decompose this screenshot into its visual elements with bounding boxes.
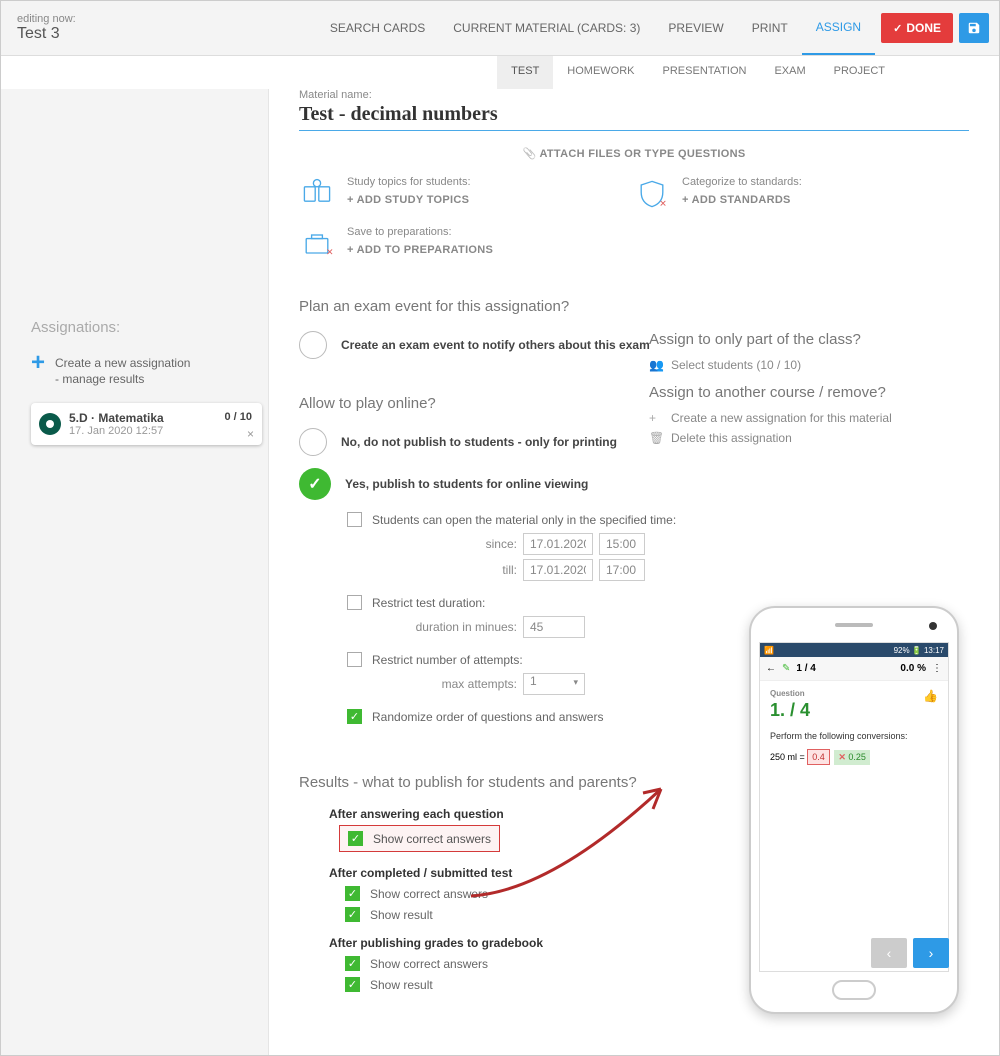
phone-prev-button: ‹ (871, 938, 907, 968)
create-new-assignation-link[interactable]: + Create a new assignation for this mate… (649, 411, 919, 425)
assignation-card[interactable]: 5.D · Matematika 17. Jan 2020 12:57 0 / … (31, 403, 262, 445)
users-icon: 👥 (649, 358, 663, 372)
duration-restrict-checkbox[interactable] (347, 595, 362, 610)
till-date-input[interactable] (523, 559, 593, 581)
time-restrict-checkbox[interactable] (347, 512, 362, 527)
standards-icon: ✕ (634, 176, 670, 212)
create-exam-event-radio[interactable] (299, 331, 327, 359)
subtab-test[interactable]: TEST (497, 56, 553, 89)
assignation-count: 0 / 10 (224, 411, 252, 423)
subtab-homework[interactable]: HOMEWORK (553, 56, 648, 89)
preparations-icon: ✕ (299, 226, 335, 262)
svg-text:✕: ✕ (659, 199, 667, 209)
show-correct-publish-checkbox[interactable] (345, 956, 360, 971)
edit-icon: ✎ (782, 663, 790, 674)
results-heading: Results - what to publish for students a… (299, 774, 679, 791)
top-bar: editing now: Test 3 SEARCH CARDS CURRENT… (1, 1, 999, 56)
attempts-restrict-checkbox[interactable] (347, 652, 362, 667)
tab-print[interactable]: PRINT (738, 1, 802, 55)
after-publish-heading: After publishing grades to gradebook (329, 936, 679, 950)
highlighted-option: Show correct answers (339, 825, 500, 852)
done-button[interactable]: ✓DONE (881, 13, 953, 43)
add-study-topics-button[interactable]: ADD STUDY TOPICS (347, 194, 471, 206)
create-assignation-link[interactable]: + Create a new assignation - manage resu… (1, 346, 268, 397)
sidebar: Assignations: + Create a new assignation… (1, 89, 269, 1055)
plus-icon: + (649, 411, 663, 425)
add-standards-button[interactable]: ADD STANDARDS (682, 194, 802, 206)
assignation-date: 17. Jan 2020 12:57 (69, 425, 252, 437)
class-avatar (39, 413, 61, 435)
wrong-mark-icon: ✕ (838, 752, 846, 762)
since-time-input[interactable] (599, 533, 645, 555)
subtab-project[interactable]: PROJECT (820, 56, 899, 89)
phone-home-button (832, 980, 876, 1000)
save-icon (967, 21, 981, 35)
correct-answer: ✕ 0.25 (834, 750, 870, 765)
save-button[interactable] (959, 13, 989, 43)
thumbs-up-icon: 👍 (923, 689, 938, 703)
plus-icon: + (31, 356, 45, 370)
delete-assignation-link[interactable]: 🗑 Delete this assignation (649, 431, 919, 445)
subtab-exam[interactable]: EXAM (760, 56, 819, 89)
study-topics-label: Study topics for students: (347, 176, 471, 188)
trash-icon: 🗑 (649, 431, 663, 445)
randomize-checkbox[interactable] (347, 709, 362, 724)
phone-mockup: 📶 92% 🔋 13:17 ← ✎ 1 / 4 0.0 % ⋮ 👍 Questi… (749, 606, 959, 1014)
select-students-link[interactable]: 👥 Select students (10 / 10) (649, 358, 919, 372)
after-each-heading: After answering each question (329, 807, 679, 821)
show-correct-complete-checkbox[interactable] (345, 886, 360, 901)
assign-part-heading: Assign to only part of the class? (649, 331, 919, 348)
till-time-input[interactable] (599, 559, 645, 581)
allow-play-heading: Allow to play online? (299, 395, 679, 412)
show-correct-each-checkbox[interactable] (348, 831, 363, 846)
show-result-complete-checkbox[interactable] (345, 907, 360, 922)
svg-text:✕: ✕ (326, 247, 334, 257)
phone-status-bar: 📶 92% 🔋 13:17 (760, 643, 948, 657)
subtab-presentation[interactable]: PRESENTATION (649, 56, 761, 89)
back-arrow-icon: ← (766, 663, 776, 674)
assignations-heading: Assignations: (1, 319, 268, 346)
plan-exam-heading: Plan an exam event for this assignation? (299, 298, 679, 315)
publish-no-radio[interactable] (299, 428, 327, 456)
phone-signal-icon: 📶 (764, 646, 774, 655)
attach-files-link[interactable]: ATTACH FILES OR TYPE QUESTIONS (299, 131, 969, 176)
material-name-input[interactable] (299, 103, 969, 126)
wrong-answer: 0.4 (807, 749, 830, 765)
duration-input[interactable] (523, 616, 585, 638)
show-result-publish-checkbox[interactable] (345, 977, 360, 992)
material-title: Test 3 (17, 25, 76, 43)
assign-another-heading: Assign to another course / remove? (649, 384, 919, 401)
tab-assign[interactable]: ASSIGN (802, 1, 875, 55)
subtab-bar: TEST HOMEWORK PRESENTATION EXAM PROJECT (1, 56, 999, 89)
phone-next-button: › (913, 938, 949, 968)
publish-yes-radio[interactable] (299, 468, 331, 500)
editing-now-label: editing now: (17, 13, 76, 25)
max-attempts-select[interactable]: 1 (523, 673, 585, 695)
after-complete-heading: After completed / submitted test (329, 866, 679, 880)
material-name-label: Material name: (299, 89, 969, 101)
add-to-preparations-button[interactable]: ADD TO PREPARATIONS (347, 244, 493, 256)
preparations-label: Save to preparations: (347, 226, 493, 238)
since-date-input[interactable] (523, 533, 593, 555)
phone-nav-bar: ← ✎ 1 / 4 0.0 % ⋮ (760, 657, 948, 681)
assignation-remove-icon[interactable]: × (247, 427, 254, 441)
resize-handle-icon[interactable] (959, 120, 969, 130)
tab-search-cards[interactable]: SEARCH CARDS (316, 1, 439, 55)
standards-label: Categorize to standards: (682, 176, 802, 188)
menu-icon: ⋮ (932, 663, 942, 674)
tab-preview[interactable]: PREVIEW (654, 1, 737, 55)
tab-current-material[interactable]: CURRENT MATERIAL (CARDS: 3) (439, 1, 654, 55)
study-topics-icon (299, 176, 335, 212)
